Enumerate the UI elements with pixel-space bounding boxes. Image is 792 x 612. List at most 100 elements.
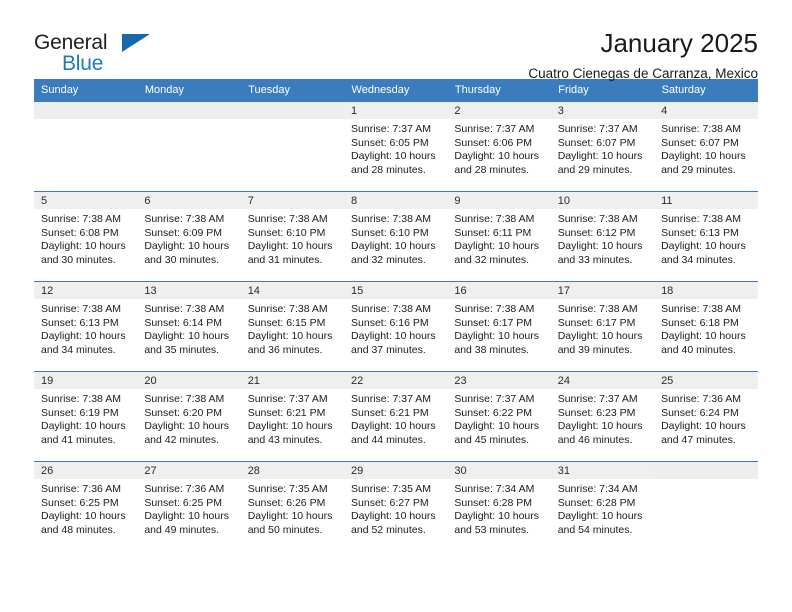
sunrise-text: Sunrise: 7:38 AM xyxy=(557,213,638,225)
calendar-day-cell[interactable]: 29 Sunrise: 7:35 AM Sunset: 6:27 PM Dayligh… xyxy=(344,461,448,552)
day-number: 7 xyxy=(240,192,345,209)
calendar-day-cell[interactable]: 22 Sunrise: 7:37 AM Sunset: 6:21 PM Dayligh… xyxy=(344,371,448,462)
calendar-day-cell[interactable]: 1 Sunrise: 7:37 AM Sunset: 6:05 PM Daylight… xyxy=(344,101,448,192)
calendar-day-cell[interactable]: 18 Sunrise: 7:38 AM Sunset: 6:18 PM Dayligh… xyxy=(654,281,758,372)
daylight-text-line2: and 29 minutes. xyxy=(661,163,736,176)
daylight-text-line2: and 47 minutes. xyxy=(661,433,736,446)
calendar-day-cell[interactable]: 30 Sunrise: 7:34 AM Sunset: 6:28 PM Dayligh… xyxy=(447,461,551,552)
sunset-text: Sunset: 6:25 PM xyxy=(144,496,222,509)
page-header: General Blue January 2025 Cuatro Cienega… xyxy=(34,0,758,81)
day-number: 21 xyxy=(240,372,345,389)
calendar-day-cell[interactable]: 13 Sunrise: 7:38 AM Sunset: 6:14 PM Dayligh… xyxy=(137,281,241,372)
sunrise-text: Sunrise: 7:38 AM xyxy=(661,303,742,315)
calendar-day-cell[interactable]: 20 Sunrise: 7:38 AM Sunset: 6:20 PM Dayligh… xyxy=(137,371,241,462)
day-details: Sunrise: 7:38 AM Sunset: 6:17 PM Daylight:… xyxy=(447,299,550,357)
sunrise-text: Sunrise: 7:37 AM xyxy=(454,393,535,405)
daylight-text-line2: and 35 minutes. xyxy=(144,343,220,356)
day-details: Sunrise: 7:38 AM Sunset: 6:08 PM Daylight:… xyxy=(34,209,137,267)
day-details: Sunrise: 7:38 AM Sunset: 6:13 PM Daylight:… xyxy=(34,299,137,357)
daylight-text-line2: and 34 minutes. xyxy=(661,253,736,266)
calendar-day-cell[interactable]: 5 Sunrise: 7:38 AM Sunset: 6:08 PM Daylight… xyxy=(34,191,138,282)
sunrise-text: Sunrise: 7:38 AM xyxy=(41,213,121,225)
calendar-day-cell[interactable]: 16 Sunrise: 7:38 AM Sunset: 6:17 PM Dayligh… xyxy=(447,281,551,372)
day-number: 2 xyxy=(447,102,551,119)
sunrise-text: Sunrise: 7:38 AM xyxy=(41,303,121,315)
daylight-text-line2: and 38 minutes. xyxy=(454,343,530,356)
generalblue-logo[interactable]: General Blue xyxy=(34,28,184,76)
sunset-text: Sunset: 6:10 PM xyxy=(247,226,326,239)
day-details: Sunrise: 7:38 AM Sunset: 6:16 PM Daylight:… xyxy=(344,299,447,357)
calendar-day-cell[interactable]: 6 Sunrise: 7:38 AM Sunset: 6:09 PM Daylight… xyxy=(137,191,241,282)
calendar-day-cell[interactable]: 15 Sunrise: 7:38 AM Sunset: 6:16 PM Dayligh… xyxy=(344,281,448,372)
daylight-text-line2: and 54 minutes. xyxy=(557,523,633,536)
calendar-day-cell[interactable]: 28 Sunrise: 7:35 AM Sunset: 6:26 PM Dayligh… xyxy=(240,461,345,552)
daylight-text-line1: Daylight: 10 hours xyxy=(144,330,229,343)
daylight-text-line1: Daylight: 10 hours xyxy=(351,150,436,163)
day-number: 26 xyxy=(34,462,138,479)
sunrise-text: Sunrise: 7:37 AM xyxy=(351,123,431,135)
day-number: 22 xyxy=(344,372,448,389)
calendar-day-cell[interactable]: 17 Sunrise: 7:38 AM Sunset: 6:17 PM Dayligh… xyxy=(550,281,655,372)
daylight-text-line2: and 28 minutes. xyxy=(454,163,530,176)
calendar-day-cell[interactable]: 27 Sunrise: 7:36 AM Sunset: 6:25 PM Dayligh… xyxy=(137,461,241,552)
day-details: Sunrise: 7:34 AM Sunset: 6:28 PM Daylight:… xyxy=(551,479,654,537)
sunset-text: Sunset: 6:21 PM xyxy=(351,406,429,419)
day-number: 25 xyxy=(654,372,758,389)
daylight-text-line1: Daylight: 10 hours xyxy=(557,330,643,343)
daylight-text-line2: and 29 minutes. xyxy=(557,163,633,176)
calendar-day-cell[interactable]: 9 Sunrise: 7:38 AM Sunset: 6:11 PM Daylight… xyxy=(447,191,551,282)
sunset-text: Sunset: 6:17 PM xyxy=(557,316,636,329)
daylight-text-line1: Daylight: 10 hours xyxy=(351,330,436,343)
sunset-text: Sunset: 6:13 PM xyxy=(41,316,119,329)
daylight-text-line1: Daylight: 10 hours xyxy=(144,240,229,253)
sunset-text: Sunset: 6:16 PM xyxy=(351,316,429,329)
sunset-text: Sunset: 6:06 PM xyxy=(454,136,533,149)
sunrise-text: Sunrise: 7:38 AM xyxy=(454,213,535,225)
day-details: Sunrise: 7:38 AM Sunset: 6:20 PM Daylight:… xyxy=(137,389,240,447)
calendar-day-cell[interactable]: 21 Sunrise: 7:37 AM Sunset: 6:21 PM Dayligh… xyxy=(240,371,345,462)
sunset-text: Sunset: 6:15 PM xyxy=(247,316,326,329)
day-number: 27 xyxy=(137,462,241,479)
calendar-cell-empty xyxy=(240,101,345,192)
calendar-day-cell[interactable]: 10 Sunrise: 7:38 AM Sunset: 6:12 PM Dayligh… xyxy=(550,191,655,282)
day-details: Sunrise: 7:38 AM Sunset: 6:12 PM Daylight:… xyxy=(551,209,654,267)
calendar-day-cell[interactable]: 14 Sunrise: 7:38 AM Sunset: 6:15 PM Dayligh… xyxy=(240,281,345,372)
day-number: 6 xyxy=(137,192,241,209)
day-details: Sunrise: 7:38 AM Sunset: 6:19 PM Daylight:… xyxy=(34,389,137,447)
calendar-day-cell[interactable]: 2 Sunrise: 7:37 AM Sunset: 6:06 PM Daylight… xyxy=(447,101,551,192)
calendar-day-cell[interactable]: 3 Sunrise: 7:37 AM Sunset: 6:07 PM Daylight… xyxy=(550,101,655,192)
calendar-day-cell[interactable]: 23 Sunrise: 7:37 AM Sunset: 6:22 PM Dayligh… xyxy=(447,371,551,462)
day-number: 10 xyxy=(550,192,655,209)
day-details: Sunrise: 7:38 AM Sunset: 6:18 PM Daylight:… xyxy=(654,299,757,357)
daylight-text-line2: and 46 minutes. xyxy=(557,433,633,446)
day-number: 14 xyxy=(240,282,345,299)
sunrise-text: Sunrise: 7:38 AM xyxy=(661,213,742,225)
calendar-day-cell[interactable]: 12 Sunrise: 7:38 AM Sunset: 6:13 PM Dayligh… xyxy=(34,281,138,372)
calendar-day-cell[interactable]: 7 Sunrise: 7:38 AM Sunset: 6:10 PM Daylight… xyxy=(240,191,345,282)
page-title: January 2025 xyxy=(600,28,758,58)
sunrise-text: Sunrise: 7:37 AM xyxy=(247,393,328,405)
calendar-day-cell[interactable]: 8 Sunrise: 7:38 AM Sunset: 6:10 PM Daylight… xyxy=(344,191,448,282)
sunrise-text: Sunrise: 7:37 AM xyxy=(557,393,638,405)
sunrise-text: Sunrise: 7:38 AM xyxy=(41,393,121,405)
calendar-day-cell[interactable]: 11 Sunrise: 7:38 AM Sunset: 6:13 PM Dayligh… xyxy=(654,191,758,282)
daylight-text-line2: and 50 minutes. xyxy=(247,523,323,536)
calendar-day-cell[interactable]: 25 Sunrise: 7:36 AM Sunset: 6:24 PM Dayligh… xyxy=(654,371,758,462)
day-number: 29 xyxy=(344,462,448,479)
calendar-day-cell[interactable]: 24 Sunrise: 7:37 AM Sunset: 6:23 PM Dayligh… xyxy=(550,371,655,462)
calendar-day-cell[interactable]: 31 Sunrise: 7:34 AM Sunset: 6:28 PM Dayligh… xyxy=(550,461,655,552)
calendar-cell-empty xyxy=(34,101,138,192)
calendar-day-cell[interactable]: 26 Sunrise: 7:36 AM Sunset: 6:25 PM Dayligh… xyxy=(34,461,138,552)
day-details: Sunrise: 7:37 AM Sunset: 6:07 PM Daylight:… xyxy=(551,119,654,177)
sunrise-text: Sunrise: 7:38 AM xyxy=(247,213,328,225)
day-details: Sunrise: 7:35 AM Sunset: 6:27 PM Daylight:… xyxy=(344,479,447,537)
sunrise-text: Sunrise: 7:38 AM xyxy=(661,123,742,135)
page-subtitle: Cuatro Cienegas de Carranza, Mexico xyxy=(528,66,758,81)
sunrise-text: Sunrise: 7:38 AM xyxy=(351,303,431,315)
daylight-text-line2: and 31 minutes. xyxy=(247,253,323,266)
calendar-day-cell[interactable]: 4 Sunrise: 7:38 AM Sunset: 6:07 PM Daylight… xyxy=(654,101,758,192)
calendar-day-cell[interactable]: 19 Sunrise: 7:38 AM Sunset: 6:19 PM Dayligh… xyxy=(34,371,138,462)
sunrise-text: Sunrise: 7:38 AM xyxy=(144,213,225,225)
weekday-header-monday: Monday xyxy=(137,79,242,102)
sunset-text: Sunset: 6:18 PM xyxy=(661,316,739,329)
